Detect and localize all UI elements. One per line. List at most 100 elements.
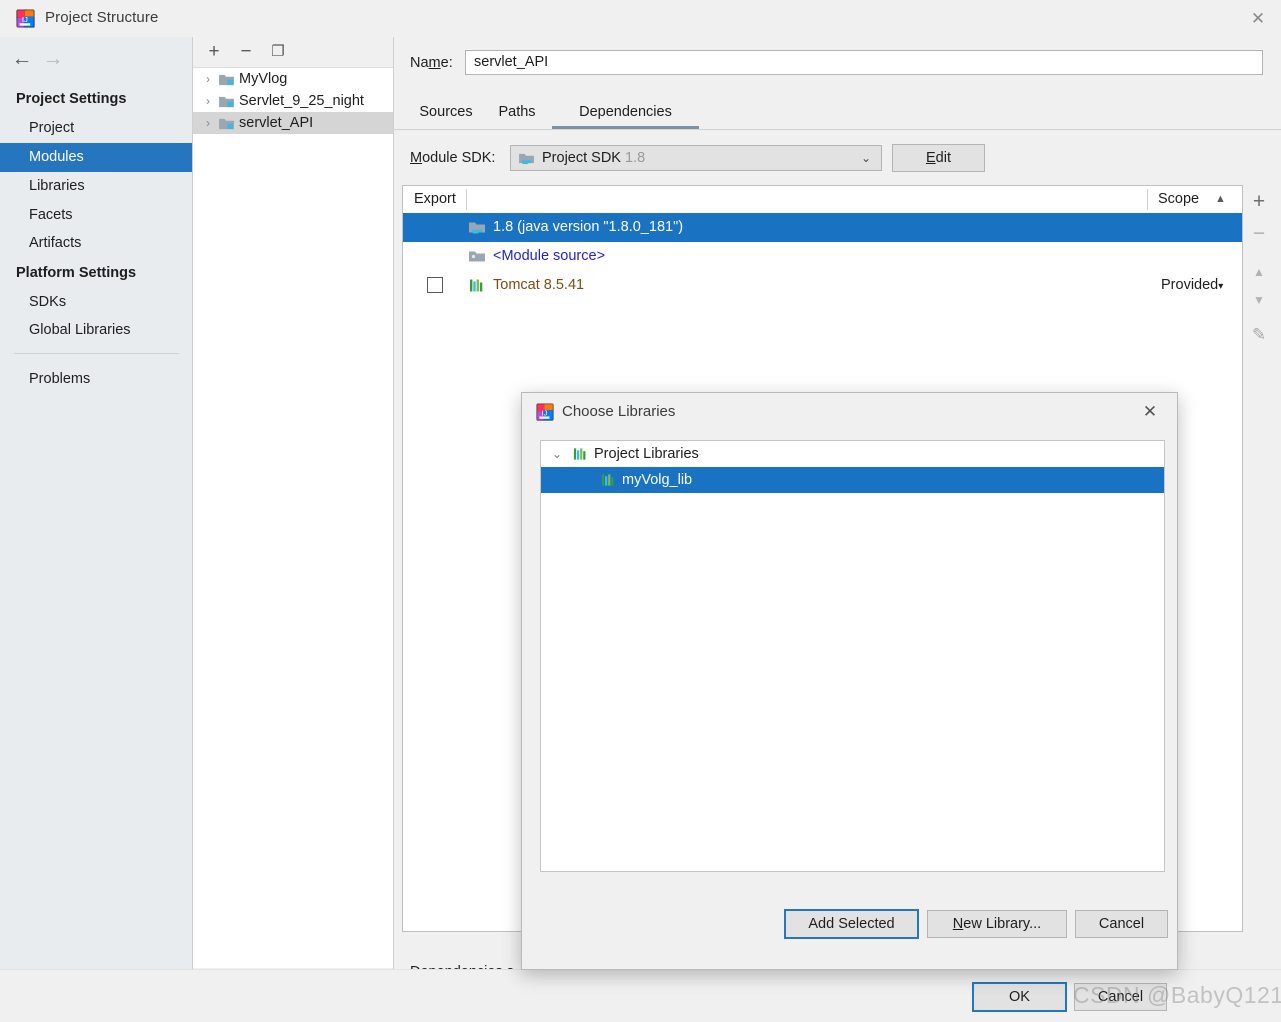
library-tree-node-myvolg-lib[interactable]: myVolg_lib (541, 467, 1164, 493)
module-label: Servlet_9_25_night (239, 93, 364, 109)
name-label: Name: (410, 55, 453, 71)
module-sdk-label-accel: M (410, 150, 423, 166)
sidebar-item-sdks[interactable]: SDKs (0, 288, 192, 317)
module-sdk-value: Project SDK 1.8 (542, 146, 645, 170)
module-folder-icon (219, 118, 234, 130)
remove-dependency-button[interactable]: − (1243, 219, 1275, 249)
chevron-down-icon[interactable]: ⌄ (549, 441, 565, 467)
back-arrow-icon[interactable]: ← (9, 48, 35, 70)
dependency-row-jdk[interactable]: 1.8 (java version "1.8.0_181") (403, 213, 1242, 242)
chevron-right-icon[interactable]: › (201, 112, 215, 134)
sdk-version: 1.8 (625, 150, 646, 166)
module-sdk-label-rest: odule SDK: (422, 150, 496, 166)
library-icon (470, 279, 483, 292)
column-header-export[interactable]: Export (414, 186, 456, 213)
move-down-button[interactable]: ▼ (1243, 285, 1275, 315)
settings-sidebar: ← → Project Settings Project Modules Lib… (0, 37, 193, 969)
header-divider (466, 189, 467, 210)
module-sdk-dropdown[interactable]: Project SDK 1.8 ⌄ (510, 145, 882, 171)
intellij-idea-icon: IJ (16, 9, 35, 28)
sort-ascending-icon[interactable]: ▲ (1215, 186, 1226, 213)
dependency-label: 1.8 (java version "1.8.0_181") (493, 219, 684, 235)
name-label-accel: m (428, 55, 441, 71)
dependencies-table-header: Export Scope ▲ (403, 186, 1242, 214)
library-node-label: Project Libraries (594, 446, 699, 462)
dependency-row-module-source[interactable]: <Module source> (403, 242, 1242, 271)
edit-sdk-button[interactable]: Edit (892, 144, 985, 172)
modules-panel: + − ❐ › MyVlog › Servlet_9_25_night › se… (193, 37, 394, 969)
sidebar-item-facets[interactable]: Facets (0, 201, 192, 230)
jdk-folder-icon (469, 222, 485, 234)
edit-button-accel: E (926, 150, 936, 166)
ok-button[interactable]: OK (972, 982, 1067, 1012)
modules-toolbar: + − ❐ (193, 37, 393, 68)
module-label: servlet_API (239, 115, 314, 131)
new-library-rest: ew Library... (963, 916, 1042, 932)
sidebar-nav: ← → (0, 37, 192, 82)
module-name-input[interactable] (465, 50, 1263, 75)
add-dependency-button[interactable]: + (1243, 187, 1275, 217)
export-checkbox[interactable] (427, 277, 443, 293)
module-row-myvlog[interactable]: › MyVlog (193, 68, 393, 90)
sidebar-item-libraries[interactable]: Libraries (0, 172, 192, 201)
library-tree-node-project-libraries[interactable]: ⌄ Project Libraries (541, 441, 1164, 467)
chevron-down-icon: ▾ (1218, 281, 1224, 292)
module-row-servlet-9-25-night[interactable]: › Servlet_9_25_night (193, 90, 393, 112)
modal-cancel-button[interactable]: Cancel (1075, 910, 1168, 938)
dialog-footer: OK Cancel (0, 969, 1281, 1022)
tab-sources[interactable]: Sources (410, 95, 482, 129)
cancel-button[interactable]: Cancel (1074, 983, 1167, 1011)
chevron-right-icon[interactable]: › (201, 90, 215, 112)
edit-button-rest: dit (935, 150, 951, 166)
add-selected-button[interactable]: Add Selected (784, 909, 919, 939)
tab-paths[interactable]: Paths (488, 95, 546, 129)
project-structure-window: IJ Project Structure ✕ ← → Project Setti… (0, 0, 1281, 1022)
new-library-button[interactable]: New Library... (927, 910, 1067, 938)
sidebar-item-modules[interactable]: Modules (0, 143, 192, 172)
sidebar-group-platform-settings: Platform Settings (16, 265, 137, 281)
add-module-button[interactable]: + (201, 39, 227, 65)
library-node-label: myVolg_lib (622, 472, 693, 488)
modules-list: › MyVlog › Servlet_9_25_night › servlet_… (193, 68, 393, 968)
chevron-right-icon[interactable]: › (201, 68, 215, 90)
header-divider (1147, 189, 1148, 210)
sidebar-divider (14, 353, 179, 354)
module-row-servlet-api[interactable]: › servlet_API (193, 112, 393, 134)
tab-dependencies[interactable]: Dependencies (552, 95, 699, 129)
libraries-tree: ⌄ Project Libraries myVolg_lib (540, 440, 1165, 872)
library-icon (573, 448, 586, 460)
column-header-scope[interactable]: Scope (1158, 186, 1199, 213)
sidebar-group-project-settings: Project Settings (16, 91, 127, 107)
name-label-rest: e: (440, 55, 453, 71)
sidebar-item-global-libraries[interactable]: Global Libraries (0, 316, 192, 345)
jdk-folder-icon (519, 153, 534, 165)
module-folder-icon (219, 74, 234, 86)
svg-text:IJ: IJ (22, 15, 28, 24)
new-library-accel: N (952, 916, 964, 932)
close-icon[interactable]: ✕ (1131, 393, 1169, 431)
remove-module-button[interactable]: − (233, 39, 259, 65)
copy-module-button[interactable]: ❐ (265, 39, 291, 65)
sidebar-item-artifacts[interactable]: Artifacts (0, 229, 192, 258)
module-source-icon (469, 251, 485, 262)
chevron-down-icon[interactable]: ⌄ (861, 146, 871, 170)
scope-value: Provided (1161, 277, 1219, 293)
edit-dependency-button[interactable]: ✎ (1243, 320, 1275, 350)
choose-libraries-dialog: IJ Choose Libraries ✕ ⌄ Project Librarie… (521, 392, 1178, 970)
modal-title-text: Choose Libraries (562, 403, 676, 420)
name-label-pre: Na (410, 55, 429, 71)
sidebar-item-problems[interactable]: Problems (0, 365, 192, 394)
scope-dropdown[interactable]: Provided▾ (1161, 271, 1223, 301)
module-sdk-label: Module SDK: (410, 150, 495, 166)
move-up-button[interactable]: ▲ (1243, 257, 1275, 287)
dependency-row-tomcat[interactable]: Tomcat 8.5.41 Provided▾ (403, 271, 1242, 300)
close-icon[interactable]: ✕ (1235, 0, 1281, 37)
sdk-name: Project SDK (542, 150, 621, 166)
intellij-idea-icon: IJ (536, 403, 554, 421)
forward-arrow-icon[interactable]: → (40, 48, 66, 70)
library-icon (601, 474, 614, 486)
sidebar-item-project[interactable]: Project (0, 114, 192, 143)
module-folder-icon (219, 96, 234, 108)
tabs-underline (394, 129, 1281, 130)
dependencies-side-toolbar: + − ▲ ▼ ✎ (1243, 185, 1275, 385)
